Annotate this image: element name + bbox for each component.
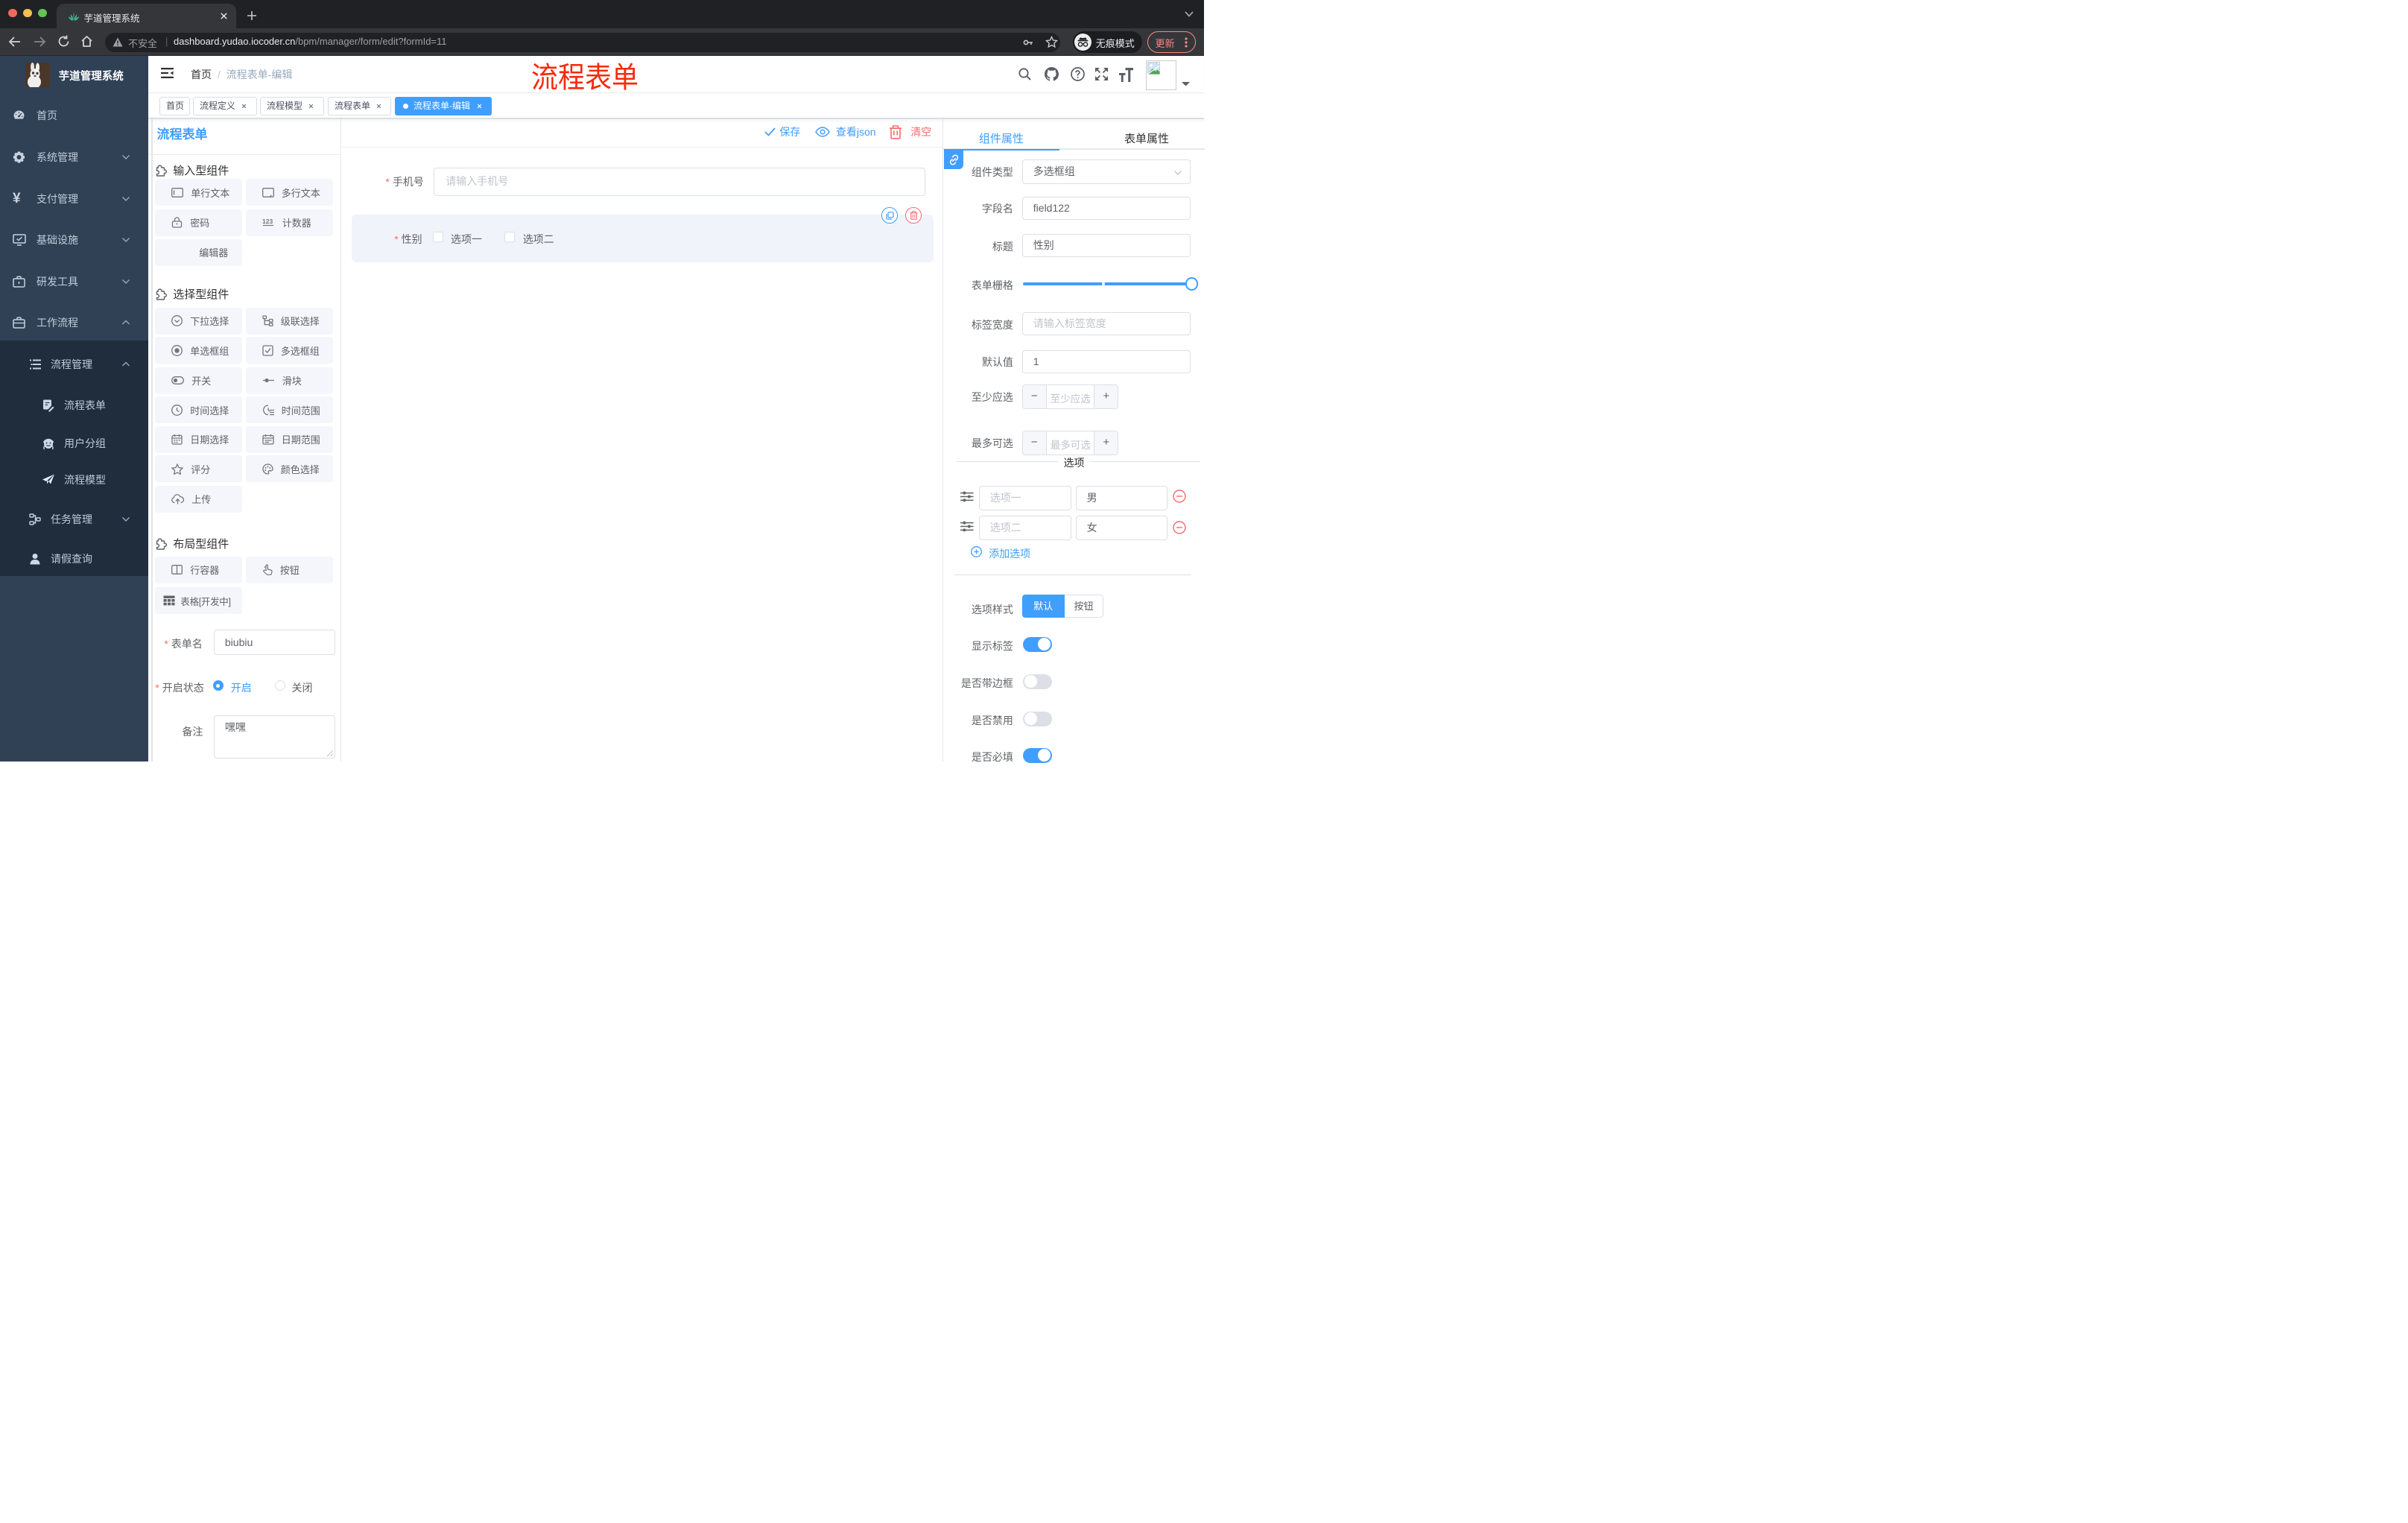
svg-text:123: 123 [262,218,273,225]
